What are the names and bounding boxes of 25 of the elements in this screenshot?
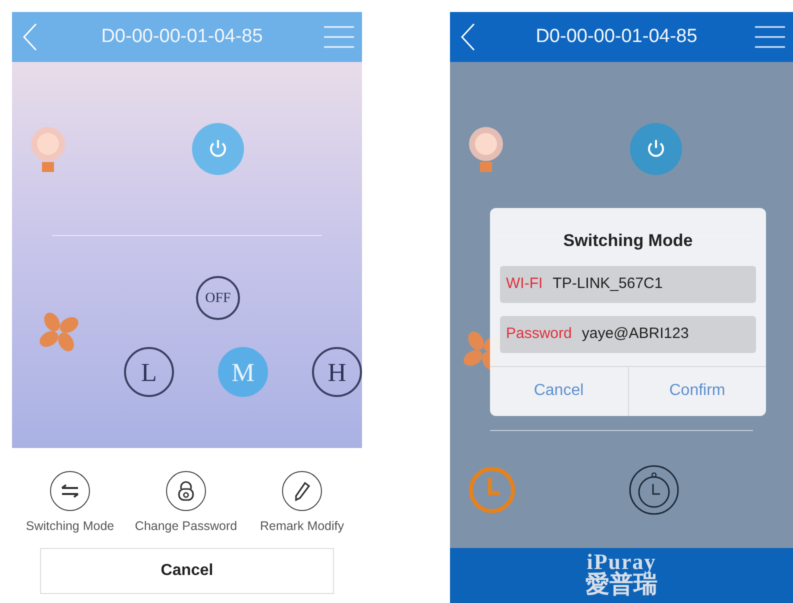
light-bulb-icon	[30, 126, 66, 172]
dialog-title: Switching Mode	[562, 230, 694, 252]
power-icon	[645, 138, 667, 160]
menu-icon[interactable]	[324, 25, 354, 49]
light-bulb-icon	[468, 126, 504, 172]
stopwatch-icon[interactable]	[628, 464, 680, 516]
action-button[interactable]: Switching Mode	[12, 471, 128, 536]
cancel-button[interactable]: Cancel	[40, 548, 334, 594]
device-title: D0-00-00-01-04-85	[536, 24, 698, 49]
logo-text: 愛普瑞	[586, 573, 658, 597]
logo-text: iPuray	[586, 551, 656, 573]
fan-icon	[38, 311, 80, 353]
power-icon	[207, 138, 229, 160]
input-field[interactable]: Password yaye@ABRI123	[500, 316, 756, 352]
fan-speed-button[interactable]: L	[124, 347, 174, 397]
fan-speed-button[interactable]: OFF	[196, 276, 240, 320]
device-title: D0-00-00-01-04-85	[101, 24, 263, 49]
lock-icon	[175, 480, 197, 502]
power-button[interactable]	[192, 122, 244, 174]
action-button[interactable]: Remark Modify	[244, 471, 360, 536]
power-button[interactable]	[630, 122, 682, 174]
action-button[interactable]: Change Password	[128, 471, 244, 536]
fan-speed-button[interactable]: H	[312, 347, 362, 397]
input-field[interactable]: WI-FI TP-LINK_567C1	[500, 266, 756, 302]
menu-icon[interactable]	[755, 25, 785, 49]
